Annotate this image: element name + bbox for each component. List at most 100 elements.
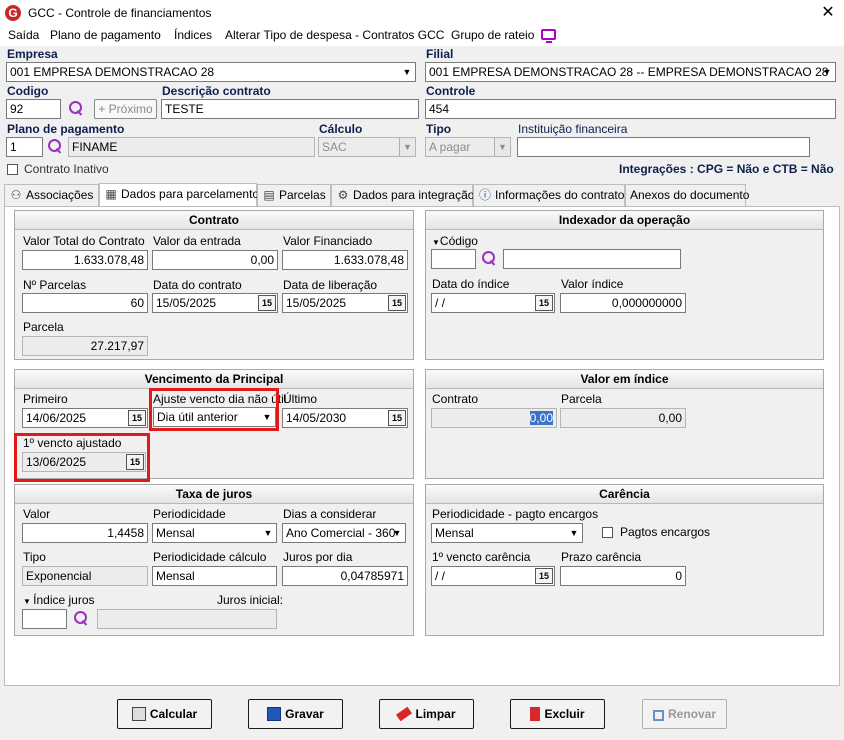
search-icon[interactable] [45, 137, 65, 157]
valor-indice-input[interactable]: 0,000000000 [560, 293, 686, 313]
title-bar: G GCC - Controle de financiamentos ✕ [0, 0, 844, 26]
excluir-button[interactable]: Excluir [510, 699, 605, 729]
search-icon[interactable] [71, 609, 91, 629]
integracoes-status: Integrações : CPG = Não e CTB = Não [619, 162, 834, 176]
close-icon[interactable]: ✕ [818, 3, 838, 23]
nparcelas-label: Nº Parcelas [23, 278, 87, 292]
descricao-label: Descrição contrato [162, 84, 271, 98]
menu-plano-pagamento[interactable]: Plano de pagamento [50, 28, 161, 42]
juros-periodicidade-label: Periodicidade [153, 507, 226, 521]
calendar-icon[interactable]: 15 [535, 568, 553, 584]
pin-icon: ▼ [23, 597, 34, 606]
calculator-icon: ▦ [105, 187, 117, 201]
proximo-button[interactable]: + Próximo [94, 99, 157, 119]
contrato-inativo-checkbox[interactable] [7, 164, 18, 175]
highlight-vencto-ajustado [14, 433, 150, 482]
primeiro-label: Primeiro [23, 392, 68, 406]
car-vencto-input[interactable]: / /15 [431, 566, 555, 586]
controle-input[interactable]: 454 [425, 99, 836, 119]
chevron-down-icon: ▼ [569, 528, 579, 538]
tab-parcelas[interactable]: ▤ Parcelas [257, 184, 331, 206]
tab-associacoes[interactable]: ⚇ Associações [4, 184, 99, 206]
descricao-input[interactable]: TESTE [161, 99, 419, 119]
ultimo-label: Último [283, 392, 318, 406]
trash-icon [530, 707, 541, 721]
vi-parcela-field: 0,00 [560, 408, 686, 428]
valor-financiado-input[interactable]: 1.633.078,48 [282, 250, 408, 270]
menu-alterar-tipo-despesa[interactable]: Alterar Tipo de despesa - Contratos GCC [225, 28, 444, 42]
indice-juros-label: ▼ Índice juros [23, 593, 95, 607]
indexador-codigo-input[interactable] [431, 249, 476, 269]
calendar-icon[interactable]: 15 [535, 295, 553, 311]
calendar-icon[interactable]: 15 [388, 410, 406, 426]
juros-valor-input[interactable]: 1,4458 [22, 523, 148, 543]
codigo-input[interactable]: 92 [6, 99, 61, 119]
parcela-label: Parcela [23, 320, 64, 334]
calculo-label: Cálculo [319, 122, 363, 136]
valor-total-input[interactable]: 1.633.078,48 [22, 250, 148, 270]
associacoes-icon: ⚇ [10, 188, 22, 202]
tab-dados-parcelamento[interactable]: ▦ Dados para parcelamento [99, 183, 259, 206]
filial-label: Filial [426, 47, 454, 61]
filial-select[interactable]: 001 EMPRESA DEMONSTRACAO 28 -- EMPRESA D… [425, 62, 836, 82]
valor-indice-label: Valor índice [561, 277, 624, 291]
menu-saida[interactable]: Saída [8, 28, 39, 42]
chevron-down-icon: ▼ [263, 528, 273, 538]
data-indice-label: Data do índice [432, 277, 510, 291]
calculator-icon [131, 707, 146, 721]
chevron-down-icon: ▼ [494, 138, 510, 156]
plano-name-field: FINAME [68, 137, 315, 157]
data-indice-input[interactable]: / /15 [431, 293, 555, 313]
instituicao-label: Instituição financeira [518, 122, 628, 136]
ultimo-input[interactable]: 14/05/2030 15 [282, 408, 408, 428]
tab-anexos-documento[interactable]: Anexos do documento [625, 184, 749, 206]
indexador-descricao-input[interactable] [503, 249, 681, 269]
prazo-input[interactable]: 0 [560, 566, 686, 586]
valor-entrada-input[interactable]: 0,00 [152, 250, 278, 270]
menu-grupo-rateio[interactable]: Grupo de rateio [451, 28, 534, 42]
instituicao-input[interactable] [517, 137, 810, 157]
period-calc-input[interactable]: Mensal [152, 566, 277, 586]
search-icon[interactable] [66, 99, 86, 119]
primeiro-input[interactable]: 14/06/2025 15 [22, 408, 148, 428]
data-liberacao-input[interactable]: 15/05/2025 15 [282, 293, 408, 313]
monitor-icon[interactable] [541, 29, 556, 43]
search-icon[interactable] [479, 249, 499, 269]
tab-dados-integracao[interactable]: ⚙ Dados para integração [331, 184, 474, 206]
tab-informacoes-contrato[interactable]: ⓘ Informações do contrato [473, 184, 625, 206]
juros-inicial-label: Juros inicial: [217, 593, 284, 607]
prazo-label: Prazo carência [561, 550, 642, 564]
data-contrato-label: Data do contrato [153, 278, 242, 292]
car-period-select[interactable]: Mensal ▼ [431, 523, 583, 543]
info-icon: ⓘ [478, 188, 491, 202]
valor-total-label: Valor Total do Contrato [23, 234, 145, 248]
highlight-ajuste [149, 388, 279, 431]
juros-inicial-field [97, 609, 277, 629]
juros-dia-input[interactable]: 0,04785971 [282, 566, 408, 586]
vencimento-title: Vencimento da Principal [15, 370, 413, 389]
gravar-button[interactable]: Gravar [248, 699, 343, 729]
limpar-button[interactable]: Limpar [379, 699, 474, 729]
calcular-button[interactable]: Calcular [117, 699, 212, 729]
chevron-down-icon: ▼ [822, 67, 832, 77]
indice-juros-input[interactable] [22, 609, 67, 629]
save-icon [267, 707, 282, 721]
pagtos-encargos-checkbox[interactable] [602, 527, 613, 538]
plano-code-input[interactable]: 1 [6, 137, 43, 157]
calendar-icon[interactable]: 15 [258, 295, 276, 311]
chevron-down-icon: ▼ [392, 528, 402, 538]
controle-label: Controle [426, 84, 476, 98]
empresa-select[interactable]: 001 EMPRESA DEMONSTRACAO 28 ▼ [6, 62, 416, 82]
contrato-title: Contrato [15, 211, 413, 230]
calendar-icon[interactable]: 15 [128, 410, 146, 426]
app-logo-icon: G [5, 5, 21, 21]
dias-select[interactable]: Ano Comercial - 360 ▼ [282, 523, 406, 543]
data-contrato-input[interactable]: 15/05/2025 15 [152, 293, 278, 313]
pagtos-encargos-label: Pagtos encargos [620, 525, 711, 539]
data-liberacao-label: Data de liberação [283, 278, 378, 292]
nparcelas-input[interactable]: 60 [22, 293, 148, 313]
codigo-label: Codigo [7, 84, 49, 98]
menu-indices[interactable]: Índices [174, 28, 212, 42]
juros-periodicidade-select[interactable]: Mensal ▼ [152, 523, 277, 543]
calendar-icon[interactable]: 15 [388, 295, 406, 311]
